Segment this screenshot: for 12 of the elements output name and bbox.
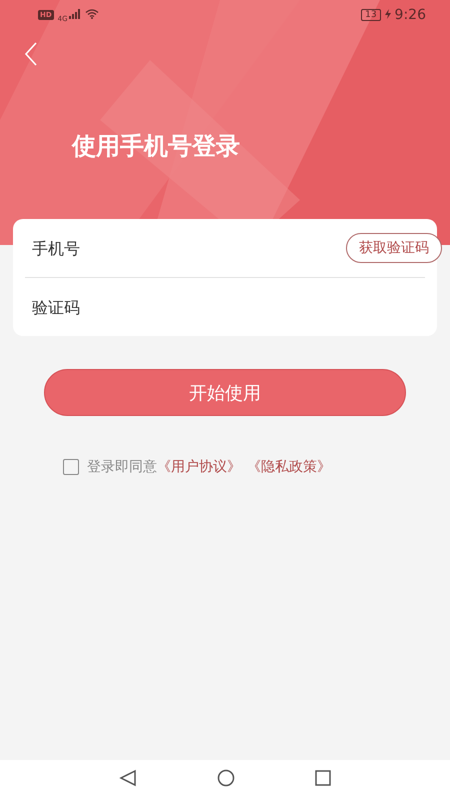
get-code-button[interactable]: 获取验证码 <box>346 233 442 263</box>
battery-icon: 13 <box>361 9 381 21</box>
policy-link[interactable]: 《隐私政策》 <box>247 458 331 476</box>
code-field[interactable]: 验证码 <box>25 298 425 316</box>
agree-checkbox[interactable] <box>63 459 79 475</box>
clock-time: 9:26 <box>394 7 426 23</box>
agreement-text: 登录即同意 <box>87 458 157 476</box>
back-button[interactable] <box>24 42 38 66</box>
phone-field[interactable]: 手机号 <box>25 238 346 258</box>
page-title: 使用手机号登录 <box>72 131 241 162</box>
start-button[interactable]: 开始使用 <box>44 369 406 416</box>
policy-link[interactable]: 《用户协议》 <box>157 458 241 476</box>
